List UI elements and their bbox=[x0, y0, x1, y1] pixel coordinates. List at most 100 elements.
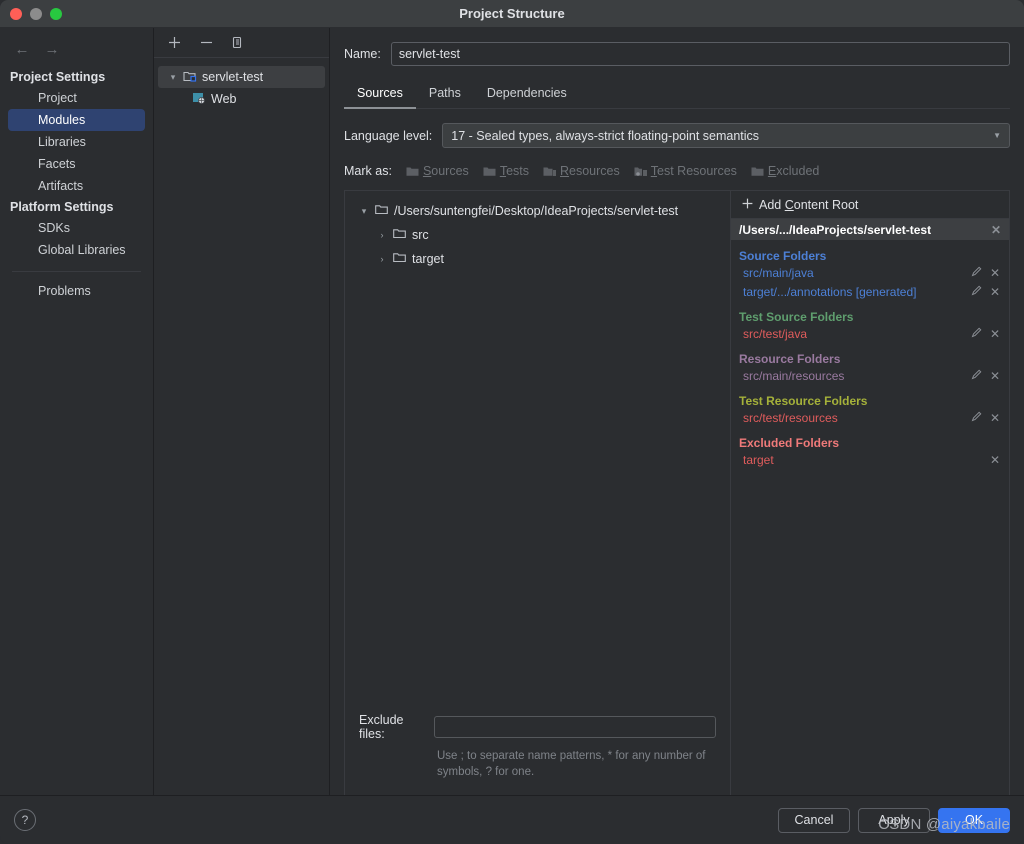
category-title: Test Source Folders bbox=[739, 310, 854, 324]
sidebar-item-libraries[interactable]: Libraries bbox=[8, 131, 145, 153]
add-content-root-post: ontent Root bbox=[793, 197, 859, 212]
add-content-root-pre: Add bbox=[759, 197, 785, 212]
add-content-root-mnemonic: C bbox=[784, 197, 794, 212]
sidebar-item-sdks[interactable]: SDKs bbox=[8, 217, 145, 239]
folder-test-resources-icon bbox=[634, 166, 647, 177]
apply-button[interactable]: Apply bbox=[858, 807, 930, 833]
chevron-down-icon[interactable]: ▾ bbox=[168, 72, 178, 83]
window-controls bbox=[0, 7, 62, 20]
modules-toolbar bbox=[154, 28, 329, 58]
copy-module-icon[interactable] bbox=[228, 33, 248, 53]
folder-entry-target-annotations[interactable]: target/.../annotations [generated] ✕ bbox=[731, 282, 1009, 301]
dialog-footer: ? Cancel Apply OK CSDN @aiyakbaile bbox=[0, 795, 1024, 844]
edit-icon[interactable] bbox=[971, 265, 983, 280]
sidebar-item-problems[interactable]: Problems bbox=[8, 280, 145, 302]
add-content-root-button[interactable]: Add Content Root bbox=[731, 191, 1009, 219]
maximize-button[interactable] bbox=[50, 7, 62, 20]
mark-as-excluded-label: xcluded bbox=[776, 164, 820, 178]
sidebar-item-facets[interactable]: Facets bbox=[8, 153, 145, 175]
remove-icon[interactable]: ✕ bbox=[990, 328, 1000, 340]
remove-module-icon[interactable] bbox=[196, 33, 216, 53]
mark-as-resources-mnemonic: R bbox=[560, 164, 570, 178]
category-test-resource-folders: Test Resource Folders src/test/resources… bbox=[731, 394, 1009, 427]
sidebar-group-platform-settings: Platform Settings bbox=[10, 200, 114, 214]
category-title: Resource Folders bbox=[739, 352, 841, 366]
folder-entry-src-main-resources[interactable]: src/main/resources ✕ bbox=[731, 366, 1009, 385]
exclude-files-input[interactable] bbox=[434, 715, 716, 738]
folder-entry-actions: ✕ bbox=[971, 326, 1000, 341]
edit-icon[interactable] bbox=[971, 326, 983, 341]
name-row: Name: servlet-test bbox=[344, 28, 1010, 66]
edit-icon[interactable] bbox=[971, 368, 983, 383]
folder-resources-icon bbox=[543, 166, 556, 177]
tab-dependencies[interactable]: Dependencies bbox=[474, 82, 580, 109]
language-level-value: 17 - Sealed types, always-strict floatin… bbox=[451, 128, 760, 143]
mark-as-tests-button[interactable]: Tests bbox=[483, 164, 529, 178]
mark-as-sources-button[interactable]: Sources bbox=[406, 164, 469, 178]
back-arrow-icon[interactable]: ← bbox=[14, 42, 30, 57]
module-icon bbox=[183, 70, 197, 85]
folder-entry-actions: ✕ bbox=[971, 368, 1000, 383]
tab-paths[interactable]: Paths bbox=[416, 82, 474, 109]
exclude-files-row: Exclude files: bbox=[345, 713, 730, 741]
add-module-icon[interactable] bbox=[164, 33, 184, 53]
folder-entry-src-main-java[interactable]: src/main/java ✕ bbox=[731, 263, 1009, 282]
close-button[interactable] bbox=[10, 7, 22, 20]
mark-as-resources-button[interactable]: Resources bbox=[543, 164, 620, 178]
title-bar: Project Structure bbox=[0, 0, 1024, 28]
file-tree-row-target[interactable]: › target bbox=[345, 247, 730, 271]
folder-entry-actions: ✕ bbox=[971, 265, 1000, 280]
help-button[interactable]: ? bbox=[14, 809, 36, 831]
module-tree-item-servlet-test[interactable]: ▾ servlet-test bbox=[158, 66, 325, 88]
folder-entry-path: src/test/resources bbox=[743, 410, 838, 425]
remove-icon[interactable]: ✕ bbox=[990, 454, 1000, 466]
dialog-body: ← → Project Settings Project Modules Lib… bbox=[0, 28, 1024, 795]
chevron-down-icon: ▼ bbox=[993, 131, 1001, 140]
module-tree-item-web[interactable]: Web bbox=[158, 88, 325, 110]
remove-icon[interactable]: ✕ bbox=[990, 370, 1000, 382]
module-tabs: Sources Paths Dependencies bbox=[344, 82, 1010, 109]
cancel-button[interactable]: Cancel bbox=[778, 807, 850, 833]
edit-icon[interactable] bbox=[971, 284, 983, 299]
folder-entry-src-test-java[interactable]: src/test/java ✕ bbox=[731, 324, 1009, 343]
minimize-button[interactable] bbox=[30, 7, 42, 20]
exclude-files-hint: Use ; to separate name patterns, * for a… bbox=[437, 749, 706, 779]
sidebar-item-project[interactable]: Project bbox=[8, 87, 145, 109]
edit-icon[interactable] bbox=[971, 410, 983, 425]
file-tree-row-root[interactable]: ▾ /Users/suntengfei/Desktop/IdeaProjects… bbox=[345, 199, 730, 223]
language-level-label: Language level: bbox=[344, 128, 433, 143]
remove-content-root-icon[interactable]: ✕ bbox=[991, 224, 1001, 236]
category-source-folders: Source Folders src/main/java ✕ target/..… bbox=[731, 249, 1009, 301]
web-facet-icon bbox=[192, 92, 206, 107]
folder-entry-src-test-resources[interactable]: src/test/resources ✕ bbox=[731, 408, 1009, 427]
sidebar-item-modules[interactable]: Modules bbox=[8, 109, 145, 131]
remove-icon[interactable]: ✕ bbox=[990, 267, 1000, 279]
module-tree-item-label: servlet-test bbox=[202, 70, 264, 84]
language-level-select[interactable]: 17 - Sealed types, always-strict floatin… bbox=[442, 123, 1010, 148]
file-tree-row-src[interactable]: › src bbox=[345, 223, 730, 247]
sidebar-item-global-libraries[interactable]: Global Libraries bbox=[8, 239, 145, 261]
category-title: Test Resource Folders bbox=[739, 394, 868, 408]
folder-entry-path: src/main/java bbox=[743, 265, 814, 280]
module-name-input[interactable]: servlet-test bbox=[390, 42, 1010, 66]
folder-entry-path: target bbox=[743, 452, 774, 467]
mark-as-excluded-button[interactable]: Excluded bbox=[751, 164, 819, 178]
mark-as-tests-label: ests bbox=[506, 164, 529, 178]
window-title: Project Structure bbox=[459, 6, 565, 21]
chevron-right-icon[interactable]: › bbox=[377, 254, 387, 264]
remove-icon[interactable]: ✕ bbox=[990, 286, 1000, 298]
remove-icon[interactable]: ✕ bbox=[990, 412, 1000, 424]
category-excluded-folders: Excluded Folders target ✕ bbox=[731, 436, 1009, 469]
ok-button[interactable]: OK bbox=[938, 807, 1010, 833]
mark-as-test-resources-button[interactable]: Test Resources bbox=[634, 164, 737, 178]
mark-as-test-resources-label: est Resources bbox=[657, 164, 737, 178]
folder-entry-target[interactable]: target ✕ bbox=[731, 450, 1009, 469]
module-tree-item-label: Web bbox=[211, 92, 237, 106]
forward-arrow-icon[interactable]: → bbox=[44, 42, 60, 57]
chevron-right-icon[interactable]: › bbox=[377, 230, 387, 240]
sidebar-group-project-settings: Project Settings bbox=[10, 70, 106, 84]
module-editor: Name: servlet-test Sources Paths Depende… bbox=[330, 28, 1024, 795]
tab-sources[interactable]: Sources bbox=[344, 82, 416, 109]
chevron-down-icon[interactable]: ▾ bbox=[359, 206, 369, 217]
sidebar-item-artifacts[interactable]: Artifacts bbox=[8, 175, 145, 197]
